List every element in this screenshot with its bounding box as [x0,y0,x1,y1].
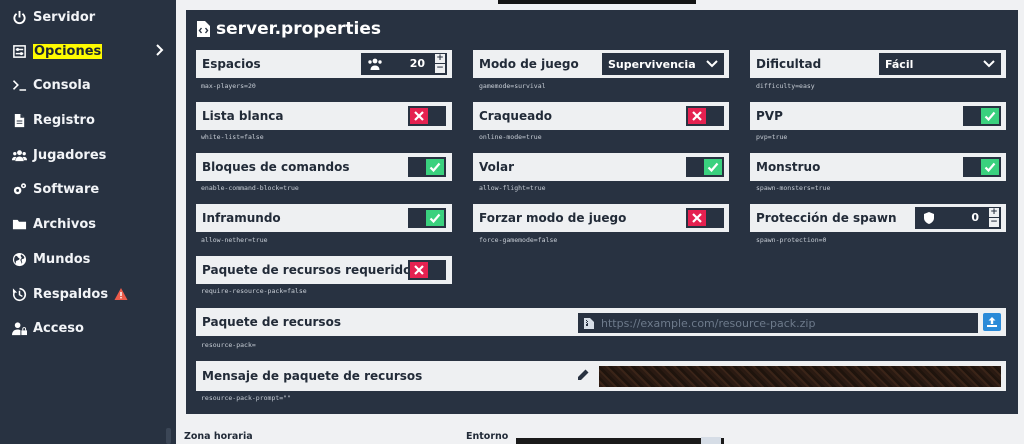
sidebar-item-label: Opciones [33,43,103,59]
x-icon [414,265,424,275]
sidebar-item-label: Mundos [33,251,91,267]
spawn-monsters-toggle[interactable] [963,157,1001,177]
allow-nether-toggle[interactable] [408,208,446,228]
sidebar-item-label: Software [33,181,100,197]
pencil-icon[interactable] [577,369,589,381]
resource-pack-prompt-preview[interactable] [599,366,1001,387]
hint-pvp: pvp=true [756,133,788,141]
sidebar-item-software[interactable]: Software [0,172,176,206]
file-icon [11,112,27,128]
chevron-down-icon [706,60,718,68]
sidebar-item-label: Acceso [33,320,84,336]
users-icon [11,147,27,163]
shield-icon [924,212,934,224]
sidebar-item-registro[interactable]: Registro [0,103,176,137]
globe-icon [11,251,27,267]
sidebar-item-consola[interactable]: Consola [0,68,176,102]
x-icon [692,213,702,223]
environment-field[interactable] [516,438,724,444]
sidebar-item-label: Archivos [33,216,97,232]
terminal-icon [11,77,27,93]
sidebar-item-label: Respaldos [33,286,109,302]
chevron-right-icon [152,43,166,59]
folder-icon [11,216,27,232]
require-resource-pack-toggle[interactable] [408,260,446,280]
environment-field-button[interactable] [701,437,721,444]
spawn-protection-value: 0 [971,211,979,224]
check-icon [429,162,441,173]
check-icon [984,111,996,122]
sidebar-item-acceso[interactable]: Acceso [0,311,176,345]
upload-button[interactable] [983,313,1001,331]
warning-icon [114,288,128,300]
decrement-button[interactable]: − [435,64,445,73]
sidebar-item-label: Consola [33,77,91,93]
hint-spawn-monsters: spawn-monsters=true [756,184,831,192]
history-icon [11,286,27,302]
decrement-button[interactable]: − [989,218,999,227]
sidebar-scrollbar[interactable] [166,428,171,444]
sliders-icon [11,43,27,59]
sidebar-item-jugadores[interactable]: Jugadores [0,138,176,172]
hint-require-resource-pack: require-resource-pack=false [201,287,307,295]
x-icon [414,111,424,121]
upload-icon [987,317,997,327]
sidebar-item-archivos[interactable]: Archivos [0,207,176,241]
hint-difficulty: difficulty=easy [756,82,815,90]
file-zip-icon [584,317,594,329]
hint-gamemode: gamemode=survival [479,82,546,90]
hint-spawn-protection: spawn-protection=0 [756,236,827,244]
x-icon [692,111,702,121]
max-players-stepper[interactable]: 20 + − [361,53,447,75]
increment-button[interactable]: + [989,208,999,217]
check-icon [707,162,719,173]
resource-pack-url-input[interactable]: https://example.com/resource-pack.zip [578,313,978,333]
allow-flight-toggle[interactable] [686,157,724,177]
max-players-value: 20 [409,57,425,70]
power-icon [11,9,27,25]
hint-allow-nether: allow-nether=true [201,236,268,244]
timezone-label: Zona horaria [184,431,253,442]
sidebar-item-opciones[interactable]: Opciones [0,34,176,68]
cogs-icon [11,181,27,197]
online-mode-toggle[interactable] [686,106,724,126]
white-list-toggle[interactable] [408,106,446,126]
spawn-protection-stepper[interactable]: 0 + − [915,207,1001,229]
sidebar: Servidor Opciones Consola Registro Jugad… [0,0,176,444]
hint-resource-pack: resource-pack= [201,341,256,349]
hint-force-gamemode: force-gamemode=false [479,236,558,244]
sidebar-item-mundos[interactable]: Mundos [0,242,176,276]
command-block-toggle[interactable] [408,157,446,177]
chevron-down-icon [983,60,995,68]
check-icon [429,213,441,224]
force-gamemode-toggle[interactable] [686,208,724,228]
hint-command-block: enable-command-block=true [201,184,299,192]
difficulty-select[interactable]: Fácil [879,53,1001,75]
users-icon [368,58,382,70]
increment-button[interactable]: + [435,54,445,63]
check-icon [984,162,996,173]
user-lock-icon [11,320,27,336]
file-code-icon [197,21,210,37]
sidebar-item-respaldos[interactable]: Respaldos [0,277,176,311]
hint-allow-flight: allow-flight=true [479,184,546,192]
hint-max-players: max-players=20 [201,82,256,90]
pvp-toggle[interactable] [963,106,1001,126]
hint-white-list: white-list=false [201,133,264,141]
page-title: server.properties [197,19,381,39]
sidebar-item-label: Servidor [33,9,96,25]
sidebar-item-servidor[interactable]: Servidor [0,0,176,34]
hint-online-mode: online-mode=true [479,133,542,141]
sidebar-item-label: Jugadores [33,147,107,163]
sidebar-item-label: Registro [33,112,95,128]
top-bar [498,0,696,4]
hint-resource-pack-prompt: resource-pack-prompt="" [201,394,292,402]
gamemode-select[interactable]: Supervivencia [602,53,724,75]
environment-label: Entorno [466,431,509,442]
